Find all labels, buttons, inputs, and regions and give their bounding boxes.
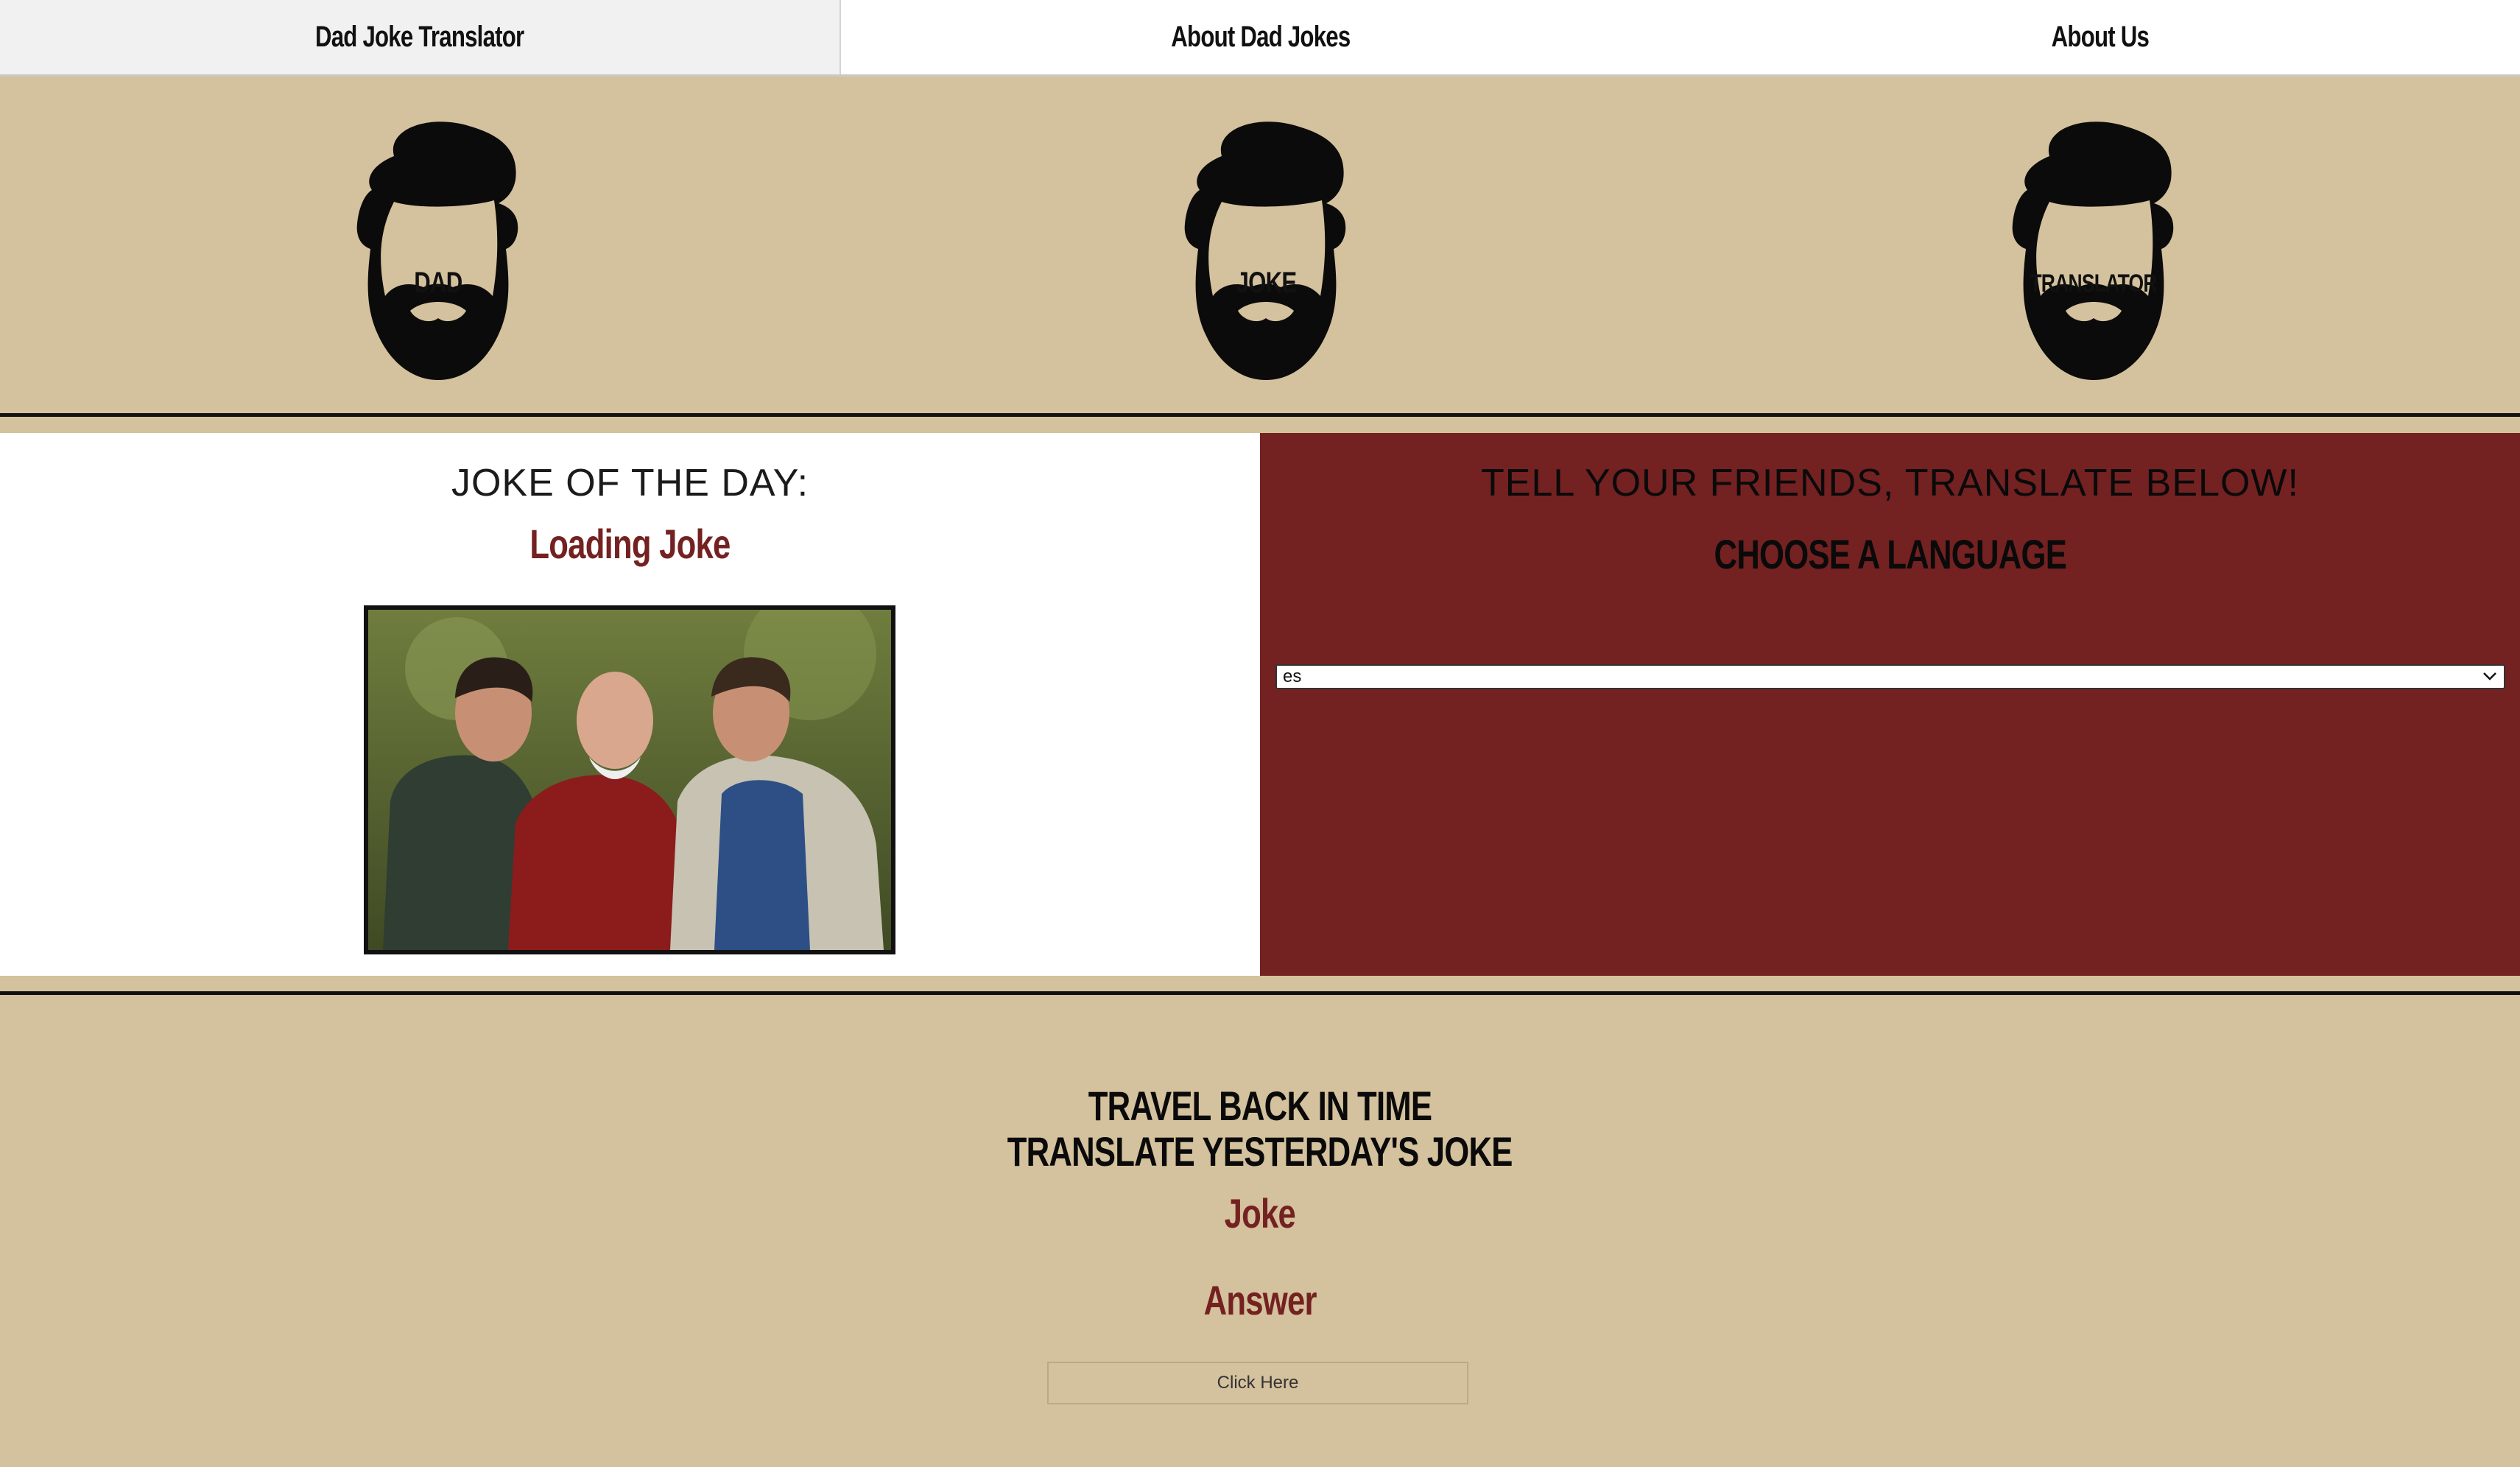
bearded-head-icon: TRANSLATOR [1998, 113, 2189, 386]
tab-about-dad-jokes[interactable]: About Dad Jokes [841, 0, 1680, 74]
tab-label: About Dad Jokes [1171, 21, 1351, 53]
top-nav: Dad Joke Translator About Dad Jokes Abou… [0, 0, 2520, 77]
yesterday-joke-text: Joke [1224, 1190, 1296, 1236]
language-select[interactable]: es [1275, 664, 2505, 689]
joke-of-day-title: JOKE OF THE DAY: [451, 462, 809, 504]
divider-rule [0, 991, 2520, 995]
tab-label: About Us [2051, 21, 2150, 53]
divider-rule [0, 413, 2520, 417]
bearded-head-icon: JOKE [1170, 113, 1362, 386]
language-select-value: es [1283, 666, 1302, 686]
header-band: DAD JOKE TRANSLATOR [0, 77, 2520, 415]
bearded-head-icon: DAD [342, 113, 534, 386]
yesterday-section: TRAVEL BACK IN TIME TRANSLATE YESTERDAY'… [0, 996, 2520, 1467]
translate-yesterday-heading: TRANSLATE YESTERDAY'S JOKE [1007, 1128, 1513, 1175]
translate-title: TELL YOUR FRIENDS, TRANSLATE BELOW! [1481, 462, 2299, 504]
tab-about-us[interactable]: About Us [1680, 0, 2520, 74]
tab-dad-joke-translator[interactable]: Dad Joke Translator [0, 0, 841, 74]
translate-panel: TELL YOUR FRIENDS, TRANSLATE BELOW! CHOO… [1260, 433, 2520, 976]
dads-photo [364, 605, 895, 954]
head-label-dad: DAD [414, 267, 462, 299]
middle-section: JOKE OF THE DAY: Loading Joke TELL YOUR … [0, 433, 2520, 976]
chevron-down-icon [2482, 666, 2498, 687]
tab-label: Dad Joke Translator [315, 21, 524, 53]
head-label-translator: TRANSLATOR [2030, 270, 2158, 298]
head-label-joke: JOKE [1236, 267, 1297, 299]
joke-of-day-text: Loading Joke [529, 521, 731, 567]
yesterday-answer-text: Answer [1203, 1277, 1317, 1323]
joke-of-day-panel: JOKE OF THE DAY: Loading Joke [0, 433, 1260, 976]
click-here-button[interactable]: Click Here [1047, 1362, 1468, 1404]
choose-language-title: CHOOSE A LANGUAGE [1714, 531, 2066, 577]
travel-back-heading: TRAVEL BACK IN TIME [1088, 1083, 1432, 1129]
